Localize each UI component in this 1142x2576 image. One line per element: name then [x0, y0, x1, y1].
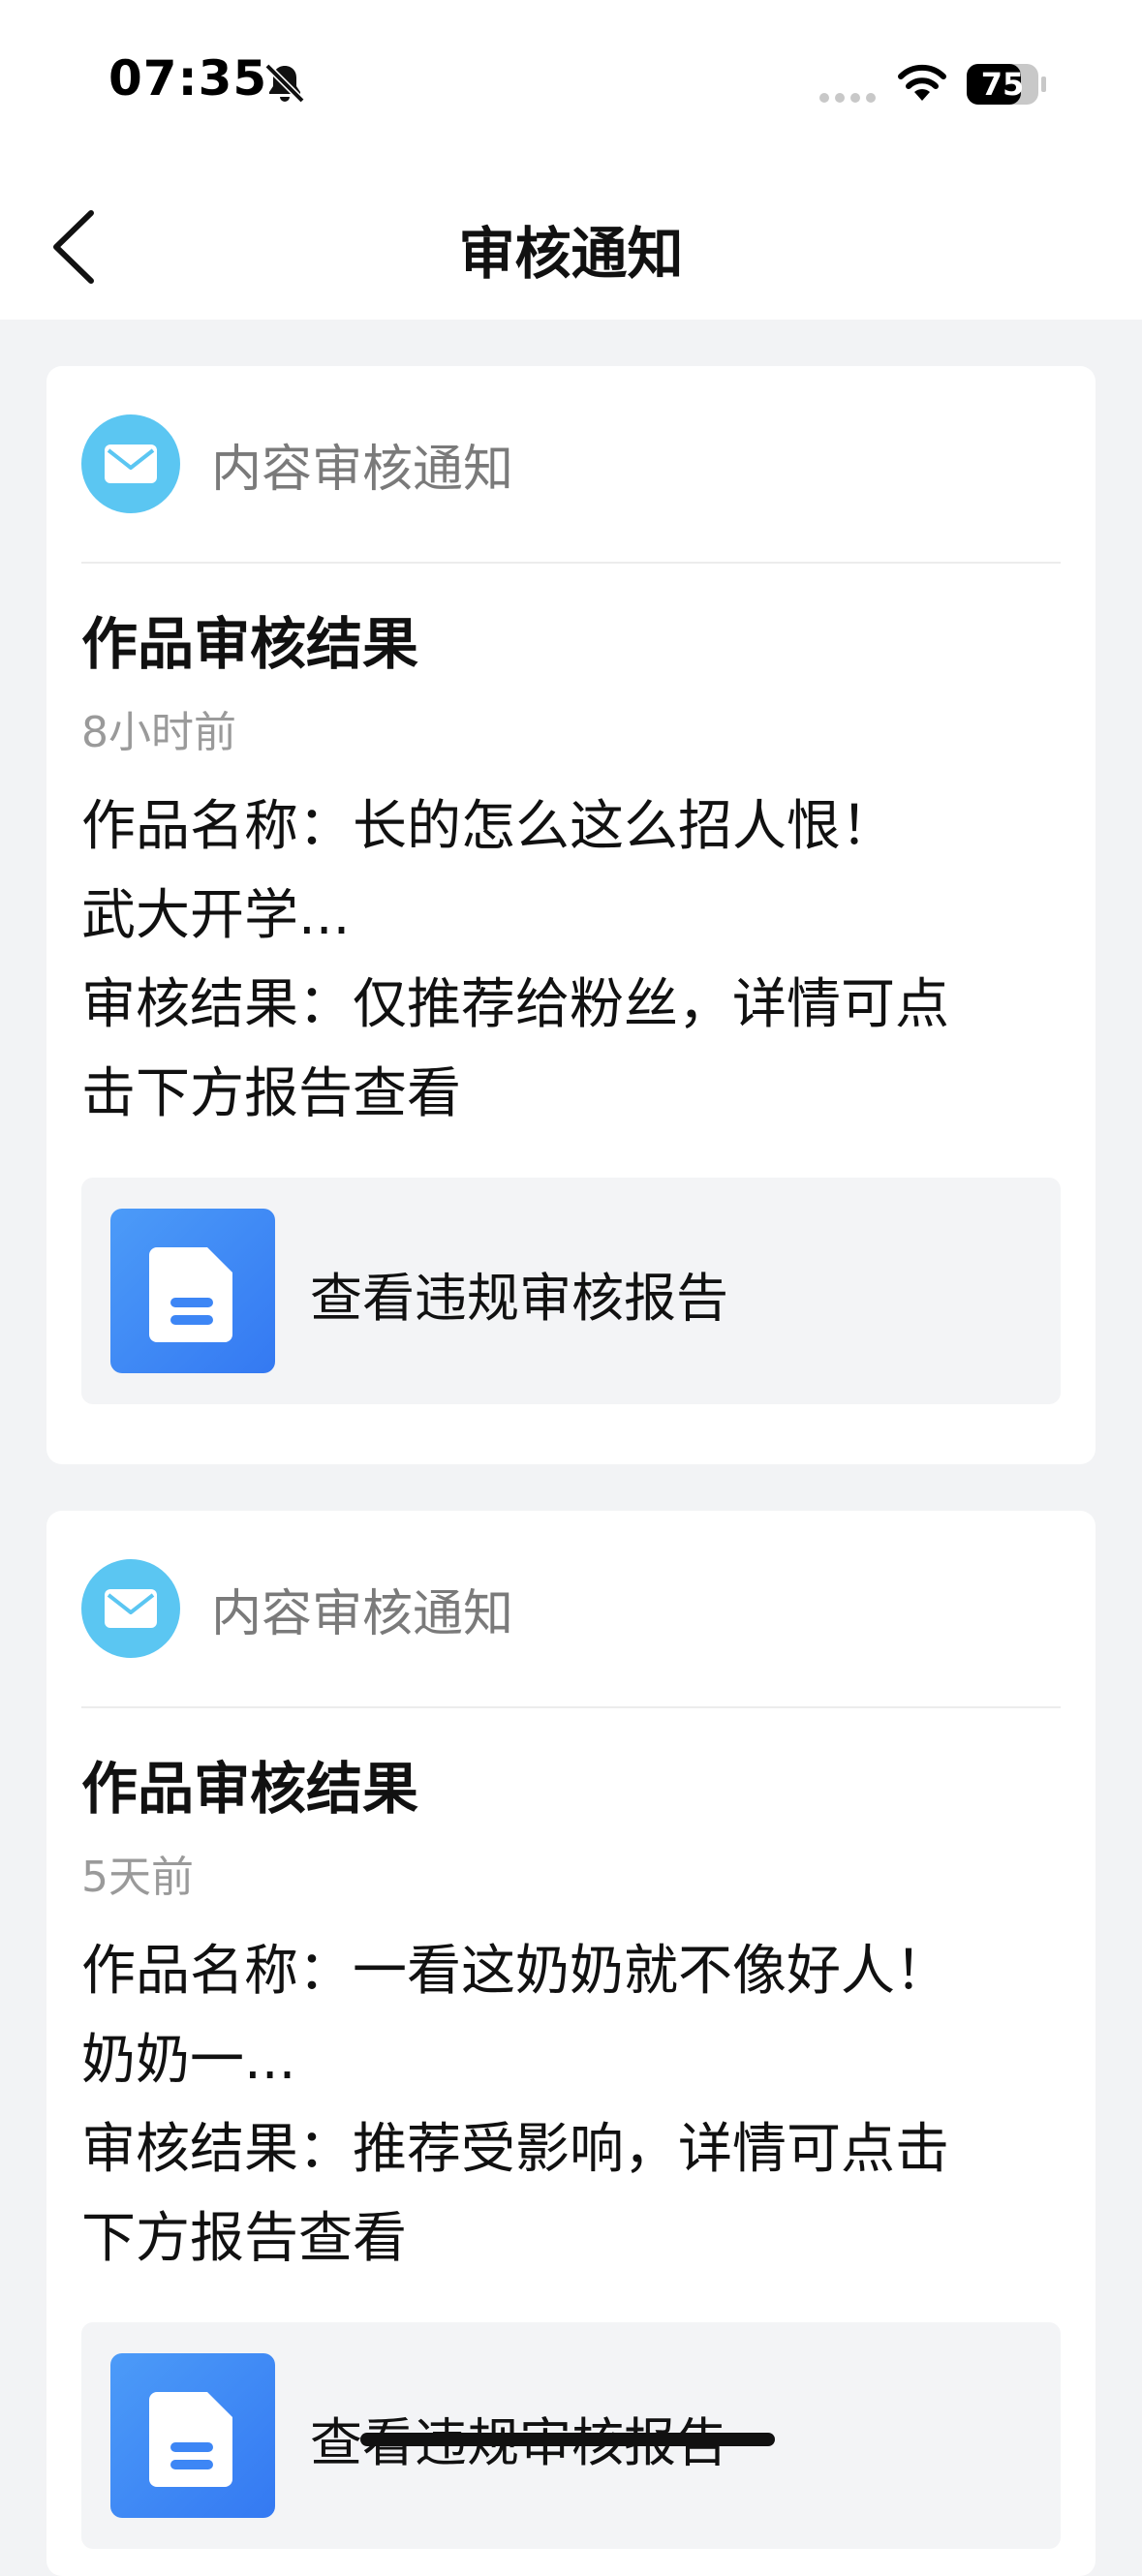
mail-icon: [81, 1559, 180, 1658]
body-line: 击下方报告查看: [81, 1062, 461, 1125]
body-line: 作品名称：一看这奶奶就不像好人！: [81, 1940, 949, 2003]
document-icon: [110, 2353, 275, 2518]
cellular-signal-icon: [819, 93, 876, 103]
notification-title: 作品审核结果: [81, 611, 419, 677]
notification-source: 内容审核通知: [211, 440, 514, 499]
card-header: 内容审核通知: [81, 1559, 513, 1658]
card-header: 内容审核通知: [81, 414, 513, 513]
bell-muted-icon: [264, 63, 305, 104]
status-time: 07:35: [108, 50, 268, 107]
document-icon: [110, 1209, 275, 1373]
body-line: 作品名称：长的怎么这么招人恨！: [81, 795, 895, 858]
divider: [81, 562, 1061, 564]
notification-body: 作品名称：长的怎么这么招人恨！ 武大开学... 审核结果：仅推荐给粉丝，详情可点…: [81, 782, 1061, 1139]
report-label: 查看违规审核报告: [310, 1268, 728, 1329]
body-line: 下方报告查看: [81, 2207, 407, 2270]
notification-source: 内容审核通知: [211, 1584, 514, 1643]
battery-level: 75: [980, 66, 1025, 103]
divider: [81, 1706, 1061, 1708]
view-report-button[interactable]: 查看违规审核报告: [81, 1178, 1061, 1404]
body-line: 武大开学...: [81, 884, 351, 947]
notification-time: 5天前: [81, 1853, 194, 1902]
home-indicator[interactable]: [360, 2433, 775, 2446]
body-line: 审核结果：仅推荐给粉丝，详情可点: [81, 973, 949, 1036]
wifi-icon: [898, 64, 946, 101]
notification-title: 作品审核结果: [81, 1756, 419, 1822]
body-line: 审核结果：推荐受影响，详情可点击: [81, 2118, 949, 2181]
header-area: 07:35 75 审核通知: [0, 0, 1142, 320]
mail-icon: [81, 414, 180, 513]
notification-card[interactable]: 内容审核通知 作品审核结果 8小时前 作品名称：长的怎么这么招人恨！ 武大开学.…: [46, 366, 1096, 1464]
notification-time: 8小时前: [81, 708, 236, 757]
notification-body: 作品名称：一看这奶奶就不像好人！ 奶奶一... 审核结果：推荐受影响，详情可点击…: [81, 1927, 1061, 2284]
notification-card[interactable]: 内容审核通知 作品审核结果 5天前 作品名称：一看这奶奶就不像好人！ 奶奶一..…: [46, 1511, 1096, 2576]
page-title: 审核通知: [458, 221, 684, 287]
body-line: 奶奶一...: [81, 2029, 296, 2092]
